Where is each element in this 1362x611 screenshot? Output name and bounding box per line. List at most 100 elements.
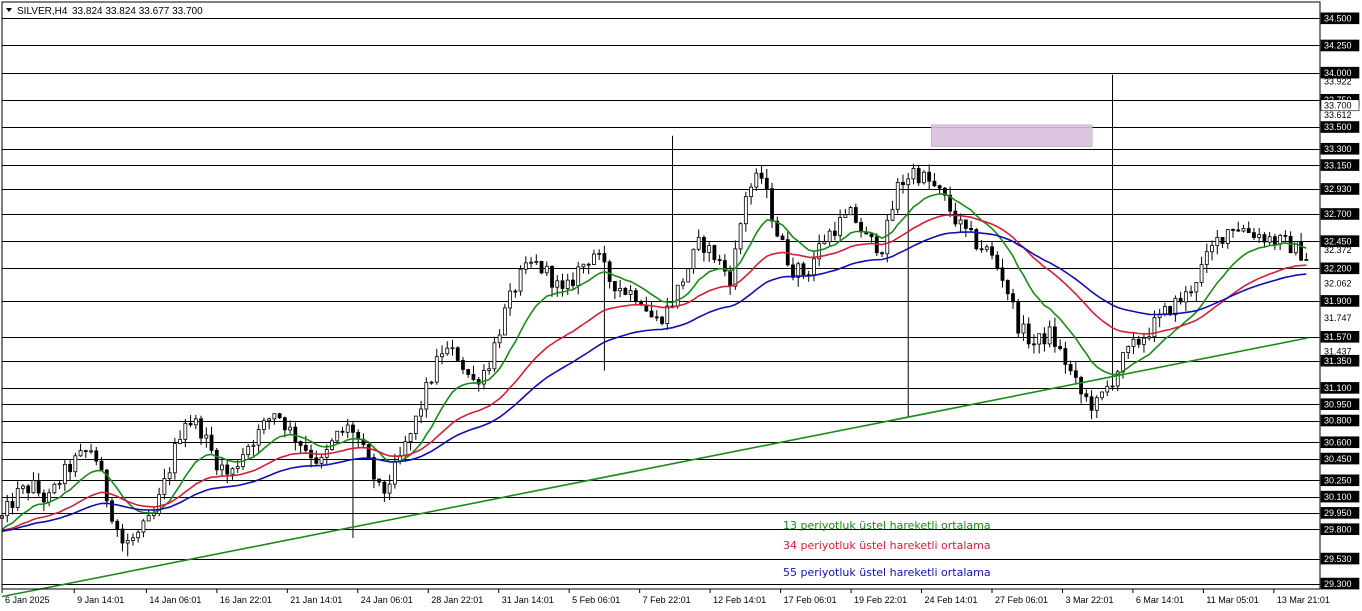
svg-text:31 Jan 14:01: 31 Jan 14:01 — [502, 595, 554, 605]
svg-text:30.600: 30.600 — [1324, 437, 1352, 447]
candle — [974, 228, 979, 251]
svg-text:19 Feb 22:01: 19 Feb 22:01 — [854, 595, 907, 605]
svg-text:33.700: 33.700 — [1324, 100, 1352, 110]
price-label: 32.930 — [1320, 183, 1360, 195]
svg-text:24 Jan 06:01: 24 Jan 06:01 — [361, 595, 413, 605]
price-label: 33.150 — [1320, 159, 1360, 171]
svg-text:3 Mar 22:01: 3 Mar 22:01 — [1065, 595, 1113, 605]
svg-text:6 Jan 2025: 6 Jan 2025 — [5, 595, 50, 605]
price-label: 34.250 — [1320, 39, 1360, 52]
ohlc-readout: 33.824 33.824 33.677 33.700 — [72, 6, 203, 17]
svg-text:11 Mar 05:01: 11 Mar 05:01 — [1206, 595, 1258, 605]
resistance-zone[interactable] — [931, 124, 1093, 147]
price-label: 33.612 — [1324, 110, 1352, 120]
svg-text:7 Feb 22:01: 7 Feb 22:01 — [643, 595, 691, 605]
svg-text:30.250: 30.250 — [1324, 475, 1352, 485]
legend-ema-13: 13 periyotluk üstel hareketli ortalama — [783, 519, 991, 532]
price-label: 31.570 — [1320, 331, 1360, 343]
svg-text:30.450: 30.450 — [1324, 454, 1352, 464]
price-label: 30.600 — [1320, 436, 1360, 449]
svg-text:14 Jan 06:01: 14 Jan 06:01 — [149, 595, 201, 605]
svg-text:29.800: 29.800 — [1324, 524, 1352, 534]
svg-text:30.800: 30.800 — [1324, 416, 1352, 426]
svg-text:24 Feb 14:01: 24 Feb 14:01 — [925, 595, 978, 605]
svg-text:32.062: 32.062 — [1324, 279, 1352, 289]
price-label: 29.300 — [1320, 577, 1360, 590]
price-label: 31.350 — [1320, 354, 1360, 367]
svg-text:30.100: 30.100 — [1324, 492, 1352, 502]
price-label: 31.100 — [1320, 382, 1360, 394]
svg-text:29.950: 29.950 — [1324, 508, 1352, 518]
svg-text:31.747: 31.747 — [1324, 313, 1352, 323]
svg-text:33.922: 33.922 — [1324, 76, 1352, 86]
svg-text:32.700: 32.700 — [1324, 209, 1352, 219]
svg-text:29.300: 29.300 — [1324, 579, 1352, 589]
candle — [335, 430, 340, 443]
price-label: 33.300 — [1320, 142, 1360, 155]
candle — [52, 482, 57, 495]
svg-text:29.530: 29.530 — [1324, 554, 1352, 564]
price-label: 33.500 — [1320, 121, 1360, 133]
candle — [916, 165, 921, 186]
candle — [848, 205, 853, 216]
chart-window[interactable]: 34.50034.25034.00033.92233.75033.70033.6… — [0, 0, 1362, 611]
svg-text:33.150: 33.150 — [1324, 160, 1352, 170]
price-label: 31.900 — [1320, 295, 1360, 307]
svg-text:13 Mar 21:01: 13 Mar 21:01 — [1277, 595, 1330, 605]
candle — [366, 442, 371, 458]
svg-text:34.500: 34.500 — [1324, 14, 1352, 24]
price-chart[interactable]: 34.50034.25034.00033.92233.75033.70033.6… — [0, 0, 1362, 611]
candle — [277, 412, 282, 420]
svg-text:32.930: 32.930 — [1324, 184, 1352, 194]
price-label: 31.747 — [1324, 313, 1352, 323]
legend: 13 periyotluk üstel hareketli ortalama 3… — [783, 519, 991, 579]
price-label: 29.950 — [1320, 507, 1360, 519]
symbol-label: SILVER,H4 — [17, 6, 68, 17]
svg-text:33.300: 33.300 — [1324, 144, 1352, 154]
candle — [518, 265, 523, 296]
price-label: 32.372 — [1324, 245, 1352, 255]
svg-text:12 Feb 14:01: 12 Feb 14:01 — [713, 595, 766, 605]
svg-text:31.350: 31.350 — [1324, 356, 1352, 366]
svg-text:31.570: 31.570 — [1324, 332, 1352, 342]
price-label: 30.450 — [1320, 452, 1360, 465]
candle — [686, 268, 691, 283]
candle — [895, 178, 900, 214]
svg-text:31.900: 31.900 — [1324, 296, 1352, 306]
candle — [922, 170, 926, 185]
price-label: 30.800 — [1320, 414, 1360, 427]
price-label: 29.530 — [1320, 552, 1360, 565]
candle — [623, 286, 628, 296]
price-label: 34.500 — [1320, 12, 1360, 25]
legend-ema-55: 55 periyotluk üstel hareketli ortalama — [783, 566, 991, 579]
price-label: 33.922 — [1324, 76, 1352, 86]
svg-text:17 Feb 06:01: 17 Feb 06:01 — [784, 595, 837, 605]
svg-text:9 Jan 14:01: 9 Jan 14:01 — [77, 595, 124, 605]
price-label: 30.100 — [1320, 490, 1360, 503]
svg-text:28 Jan 22:01: 28 Jan 22:01 — [431, 595, 483, 605]
legend-ema-34: 34 periyotluk üstel hareketli ortalama — [783, 539, 991, 552]
svg-text:31.100: 31.100 — [1324, 383, 1352, 393]
svg-text:21 Jan 14:01: 21 Jan 14:01 — [290, 595, 342, 605]
svg-text:34.250: 34.250 — [1324, 41, 1352, 51]
price-label: 32.700 — [1320, 208, 1360, 220]
chart-header: SILVER,H4 33.824 33.824 33.677 33.700 — [6, 6, 203, 17]
svg-text:32.372: 32.372 — [1324, 245, 1352, 255]
price-label: 30.250 — [1320, 474, 1360, 487]
svg-text:32.200: 32.200 — [1324, 264, 1352, 274]
candle — [110, 498, 114, 525]
candle — [502, 303, 507, 336]
candle — [455, 346, 460, 362]
price-label: 32.062 — [1324, 279, 1352, 289]
svg-text:27 Feb 06:01: 27 Feb 06:01 — [995, 595, 1048, 605]
price-label: 29.800 — [1320, 523, 1360, 536]
price-label: 32.200 — [1320, 262, 1360, 275]
candle — [1016, 298, 1021, 338]
price-label: 30.950 — [1320, 398, 1360, 411]
svg-text:5 Feb 06:01: 5 Feb 06:01 — [572, 595, 620, 605]
svg-text:33.612: 33.612 — [1324, 110, 1352, 120]
svg-text:30.950: 30.950 — [1324, 399, 1352, 409]
candle — [633, 287, 638, 304]
candle — [539, 260, 544, 275]
svg-text:33.500: 33.500 — [1324, 122, 1352, 132]
